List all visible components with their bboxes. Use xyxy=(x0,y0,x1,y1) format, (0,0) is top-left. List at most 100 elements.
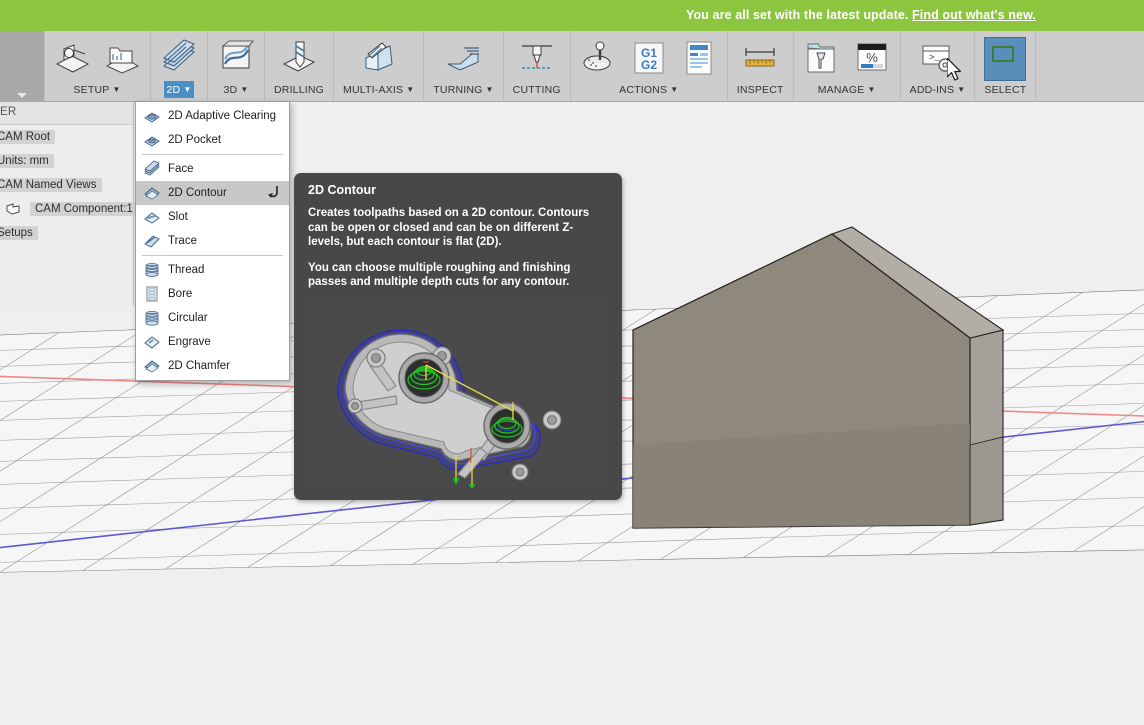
cutting-label: CUTTING xyxy=(512,84,561,96)
multi-axis-group-label-button[interactable]: MULTI-AXIS ▼ xyxy=(338,81,419,99)
turning-button[interactable] xyxy=(439,35,487,81)
ribbon-groups: SETUP ▼ 2D ▼ 3D ▼ DRILLING MULTI-AXIS ▼ … xyxy=(44,31,1037,101)
pocket-icon xyxy=(142,131,161,150)
console-gear-icon: >_ xyxy=(916,35,960,81)
measure-button[interactable] xyxy=(736,35,784,81)
menu-item-engrave[interactable]: Engrave xyxy=(136,330,289,354)
menu-item-label: 2D Chamfer xyxy=(168,360,230,372)
2d-contour-preview-image xyxy=(308,297,608,488)
inspect-label: INSPECT xyxy=(736,84,784,96)
manage-label: MANAGE ▼ xyxy=(815,81,879,98)
menu-item-label: 2D Adaptive Clearing xyxy=(168,110,277,122)
actions-group-label-button[interactable]: ACTIONS ▼ xyxy=(614,81,683,99)
menu-item-trace[interactable]: Trace xyxy=(136,229,289,253)
scripts-addins-button[interactable]: >_ xyxy=(914,35,962,81)
engrave-icon xyxy=(142,333,161,352)
circular-icon xyxy=(142,309,161,328)
thread-icon xyxy=(142,261,161,280)
menu-item-label: Face xyxy=(168,163,194,175)
fusion360-cam-window: You are all set with the latest update. … xyxy=(0,0,1144,725)
adaptive-clearing-icon xyxy=(142,107,161,126)
menu-item-2d-chamfer[interactable]: 2D Chamfer xyxy=(136,354,289,378)
new-folder-button[interactable] xyxy=(98,35,146,81)
browser-panel: ER CAM Root Units: mm CAM Named Views CA… xyxy=(0,101,138,306)
chevron-down-icon xyxy=(17,93,27,98)
add-ins-group-label-button[interactable]: ADD-INS ▼ xyxy=(905,81,971,99)
bore-icon xyxy=(142,285,161,304)
browser-item-cam-component[interactable]: CAM Component:1 xyxy=(0,197,138,221)
manage-group-label-button[interactable]: MANAGE ▼ xyxy=(813,81,881,99)
new-setup-button[interactable] xyxy=(48,35,96,81)
menu-item-circular[interactable]: Circular xyxy=(136,306,289,330)
select-group-label-button[interactable]: SELECT xyxy=(979,81,1031,99)
menu-item-label: Slot xyxy=(168,211,188,223)
multi-axis-label: MULTI-AXIS ▼ xyxy=(340,81,417,98)
menu-item-label: Circular xyxy=(168,312,208,324)
drilling-button[interactable] xyxy=(275,35,323,81)
3d-milling-button[interactable] xyxy=(212,35,260,81)
tool-library-icon xyxy=(800,35,844,81)
cutting-group-label-button[interactable]: CUTTING xyxy=(508,81,566,99)
simulate-button[interactable] xyxy=(575,35,623,81)
banner-message-wrapper: You are all set with the latest update. … xyxy=(686,8,1036,22)
ribbon-group-setup: SETUP ▼ xyxy=(44,31,151,101)
ribbon-group-multi-axis: MULTI-AXIS ▼ xyxy=(334,31,425,101)
setup-sheet-button[interactable] xyxy=(675,35,723,81)
setup-sheet-icon xyxy=(677,35,721,81)
post-process-button[interactable]: G1 G2 xyxy=(625,35,673,81)
drilling-group-label-button[interactable]: DRILLING xyxy=(269,81,329,99)
menu-item-label: 2D Pocket xyxy=(168,134,222,146)
menu-item-bore[interactable]: Bore xyxy=(136,282,289,306)
setup-group-label-button[interactable]: SETUP ▼ xyxy=(68,81,125,99)
turning-label: TURNING ▼ xyxy=(430,81,496,98)
inspect-group-label-button[interactable]: INSPECT xyxy=(732,81,789,99)
chevron-down-icon: ▼ xyxy=(867,85,876,95)
find-out-whats-new-link[interactable]: Find out what's new. xyxy=(912,8,1036,22)
browser-item-cam-root[interactable]: CAM Root xyxy=(0,125,133,149)
2d-milling-icon xyxy=(157,35,201,81)
menu-item-2d-contour[interactable]: 2D Contour xyxy=(136,181,289,205)
chamfer-icon xyxy=(142,357,161,376)
cutting-jet-icon xyxy=(515,35,559,81)
cutting-button[interactable] xyxy=(513,35,561,81)
machining-time-button[interactable]: % xyxy=(848,35,896,81)
browser-item-cam-named-views[interactable]: CAM Named Views xyxy=(0,173,133,197)
tooltip-title: 2D Contour xyxy=(308,183,377,197)
browser-item-setups[interactable]: Setups xyxy=(0,221,133,245)
2d-milling-button[interactable] xyxy=(155,35,203,81)
ribbon-group-drilling: DRILLING xyxy=(265,31,335,101)
2d-contour-tooltip: 2D Contour Creates toolpaths based on a … xyxy=(294,173,622,500)
chevron-down-icon: ▼ xyxy=(670,85,679,95)
face-icon xyxy=(142,160,161,179)
ribbon-group-2d: 2D ▼ xyxy=(151,31,208,101)
cam-ribbon-toolbar: SETUP ▼ 2D ▼ 3D ▼ DRILLING MULTI-AXIS ▼ … xyxy=(0,31,1144,102)
menu-item-label: Bore xyxy=(168,288,193,300)
simulate-icon xyxy=(577,35,621,81)
menu-item-2d-pocket[interactable]: 2D Pocket xyxy=(136,128,289,152)
trace-icon xyxy=(142,232,161,251)
menu-item-thread[interactable]: Thread xyxy=(136,258,289,282)
select-button[interactable] xyxy=(982,37,1028,81)
menu-item-face[interactable]: Face xyxy=(136,157,289,181)
browser-item-label: CAM Named Views xyxy=(0,178,102,192)
panel-collapse-stub[interactable] xyxy=(0,31,45,101)
ribbon-group-add-ins: >_ ADD-INS ▼ xyxy=(901,31,976,101)
turning-group-label-button[interactable]: TURNING ▼ xyxy=(428,81,498,99)
add-ins-label: ADD-INS ▼ xyxy=(907,81,969,98)
browser-item-units[interactable]: Units: mm xyxy=(0,149,133,173)
menu-item-2d-adaptive-clearing[interactable]: 2D Adaptive Clearing xyxy=(136,104,289,128)
drill-icon xyxy=(277,35,321,81)
multi-axis-button[interactable] xyxy=(355,35,403,81)
2d-label: 2D ▼ xyxy=(163,81,195,99)
new-setup-icon xyxy=(50,35,94,81)
3d-group-label-button[interactable]: 3D ▼ xyxy=(219,81,254,99)
tooltip-paragraph-2: You can choose multiple roughing and fin… xyxy=(308,261,571,289)
browser-title: ER xyxy=(0,101,133,125)
3d-milling-icon xyxy=(214,35,258,81)
3d-label: 3D ▼ xyxy=(221,81,252,98)
2d-group-label-button[interactable]: 2D ▼ xyxy=(162,81,197,99)
tool-library-button[interactable] xyxy=(798,35,846,81)
menu-item-slot[interactable]: Slot xyxy=(136,205,289,229)
contour-icon xyxy=(142,184,161,203)
hook-arrow-icon xyxy=(267,185,281,201)
